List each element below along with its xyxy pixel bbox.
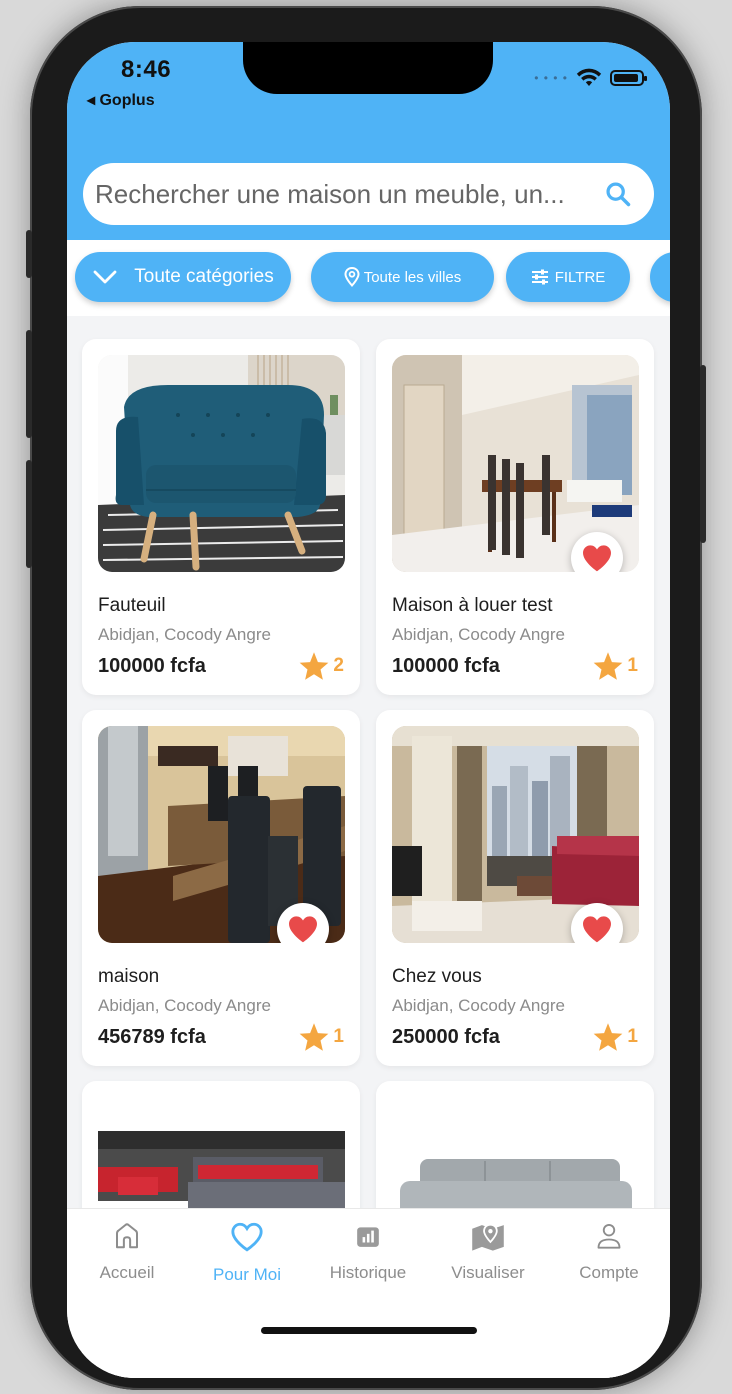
bottom-navigation: Accueil Pour Moi Historique Visualiser C… — [67, 1208, 670, 1378]
nav-item-historique[interactable]: Historique — [308, 1221, 428, 1283]
home-indicator[interactable] — [261, 1327, 477, 1334]
listing-rating: 1 — [592, 651, 638, 681]
nav-label: Accueil — [99, 1263, 155, 1282]
listing-location: Abidjan, Cocody Angre — [392, 625, 565, 644]
nav-label: Compte — [579, 1263, 639, 1282]
status-icons: • • • • — [534, 68, 647, 87]
notch — [243, 42, 493, 94]
location-pin-icon — [344, 267, 360, 287]
filter-bar: Toute catégories Toute les villes FILTRE — [67, 240, 670, 316]
nav-label: Pour Moi — [212, 1265, 282, 1284]
listing-location: Abidjan, Cocody Angre — [98, 996, 271, 1015]
heart-icon — [583, 916, 611, 943]
heart-icon — [231, 1222, 263, 1252]
nav-item-accueil[interactable]: Accueil — [67, 1221, 187, 1283]
star-icon — [300, 1023, 329, 1051]
listing-rating: 2 — [298, 651, 344, 681]
listing-price: 100000 fcfa — [98, 655, 206, 677]
listing-price: 250000 fcfa — [392, 1026, 500, 1048]
chart-icon — [357, 1227, 379, 1247]
sliders-icon — [531, 269, 548, 285]
listing-title: Maison à louer test — [392, 595, 553, 616]
listing-photo — [98, 355, 345, 572]
listing-rating: 1 — [592, 1022, 638, 1052]
listing-location: Abidjan, Cocody Angre — [392, 996, 565, 1015]
listing-card[interactable]: Chez vous Abidjan, Cocody Angre 250000 f… — [376, 710, 654, 1066]
nav-label: Visualiser — [451, 1263, 525, 1282]
filter-button[interactable]: FILTRE — [506, 252, 630, 302]
home-icon — [116, 1223, 138, 1249]
nav-item-pour-moi[interactable]: Pour Moi — [187, 1221, 307, 1285]
search-input[interactable]: Rechercher une maison un meuble, un... — [95, 179, 604, 210]
nav-item-visualiser[interactable]: Visualiser — [428, 1221, 548, 1283]
category-dropdown-label: Toute catégories — [134, 266, 274, 287]
rating-count: 2 — [333, 655, 344, 676]
star-icon — [300, 652, 329, 680]
battery-icon — [610, 69, 647, 86]
chevron-down-icon — [93, 270, 117, 284]
back-to-app-link[interactable]: ◂ Goplus — [87, 90, 155, 110]
listing-photo — [98, 726, 345, 943]
nav-label: Historique — [329, 1263, 407, 1282]
volume-up-button — [26, 330, 32, 438]
city-dropdown[interactable]: Toute les villes — [311, 252, 494, 302]
map-pin-icon — [472, 1223, 504, 1251]
cellular-signal-icon: • • • • — [534, 70, 568, 85]
rating-count: 1 — [627, 655, 638, 676]
listing-card[interactable]: Fauteuil Abidjan, Cocody Angre 100000 fc… — [82, 339, 360, 695]
header: 8:46 ◂ Goplus • • • • Rechercher une mai… — [67, 42, 670, 240]
city-dropdown-label: Toute les villes — [363, 268, 462, 286]
star-icon — [594, 1023, 623, 1051]
listing-photo — [392, 355, 639, 572]
app-screen: 8:46 ◂ Goplus • • • • Rechercher une mai… — [67, 42, 670, 1378]
volume-down-button — [26, 460, 32, 568]
listing-title: maison — [98, 966, 160, 987]
status-time: 8:46 — [121, 56, 172, 83]
rating-count: 1 — [627, 1026, 638, 1047]
rating-count: 1 — [333, 1026, 344, 1047]
listing-price: 456789 fcfa — [98, 1026, 206, 1048]
listing-title: Fauteuil — [98, 595, 166, 616]
heart-icon — [289, 916, 317, 943]
listing-card[interactable]: maison Abidjan, Cocody Angre 456789 fcfa… — [82, 710, 360, 1066]
nav-item-compte[interactable]: Compte — [549, 1221, 669, 1283]
listing-rating: 1 — [298, 1022, 344, 1052]
listing-price: 100000 fcfa — [392, 655, 500, 677]
filter-button-label: FILTRE — [554, 268, 606, 286]
search-icon[interactable] — [604, 180, 632, 208]
mute-switch — [26, 230, 32, 278]
listing-title: Chez vous — [392, 966, 482, 987]
user-icon — [597, 1223, 621, 1249]
more-filters-chip[interactable] — [650, 252, 670, 302]
search-bar[interactable]: Rechercher une maison un meuble, un... — [83, 163, 654, 225]
wifi-icon — [576, 68, 602, 86]
armchair-photo — [98, 355, 345, 572]
listing-photo — [392, 726, 639, 943]
listing-card[interactable]: Maison à louer test Abidjan, Cocody Angr… — [376, 339, 654, 695]
power-button — [700, 365, 706, 543]
star-icon — [594, 652, 623, 680]
category-dropdown[interactable]: Toute catégories — [75, 252, 291, 302]
listing-location: Abidjan, Cocody Angre — [98, 625, 271, 644]
heart-icon — [583, 545, 611, 572]
